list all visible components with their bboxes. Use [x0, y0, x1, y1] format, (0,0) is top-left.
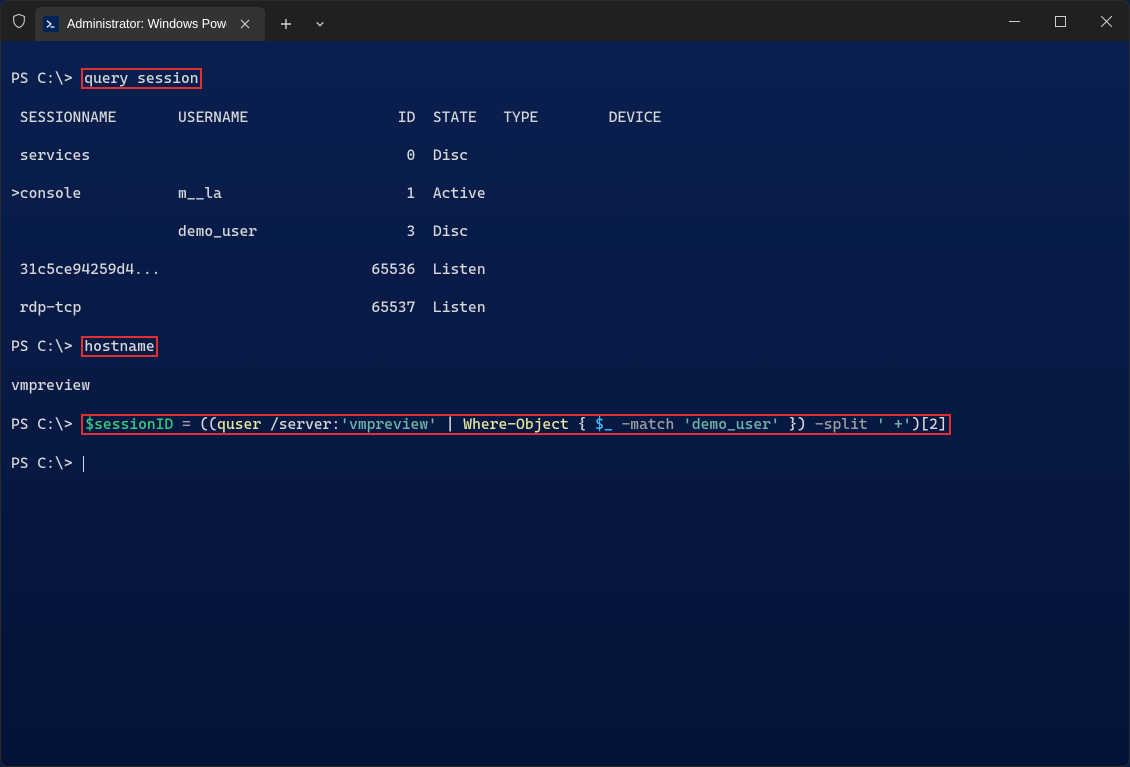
- terminal-line: vmpreview: [11, 376, 1119, 395]
- highlighted-command-1: query session: [81, 68, 201, 89]
- terminal-line: 31c5ce94259d4... 65536 Listen: [11, 260, 1119, 279]
- new-tab-button[interactable]: [269, 9, 303, 39]
- terminal-line: demo_user 3 Disc: [11, 222, 1119, 241]
- terminal-line: PS C:\> hostname: [11, 336, 1119, 357]
- tab-active[interactable]: Administrator: Windows Powe: [35, 7, 265, 41]
- prompt: PS C:\>: [11, 337, 73, 355]
- prompt: PS C:\>: [11, 454, 73, 472]
- window-controls: [991, 1, 1129, 41]
- tab-close-button[interactable]: [235, 14, 255, 34]
- title-bar: Administrator: Windows Powe: [1, 1, 1129, 41]
- highlighted-command-2: hostname: [81, 336, 157, 357]
- cursor: [83, 456, 84, 472]
- terminal-line: >console m__la 1 Active: [11, 184, 1119, 203]
- maximize-button[interactable]: [1037, 1, 1083, 41]
- close-button[interactable]: [1083, 1, 1129, 41]
- terminal-line: SESSIONNAME USERNAME ID STATE TYPE DEVIC…: [11, 108, 1119, 127]
- powershell-icon: [43, 16, 59, 32]
- terminal-line: PS C:\>: [11, 454, 1119, 473]
- shield-icon: [9, 11, 29, 31]
- terminal-line: services 0 Disc: [11, 146, 1119, 165]
- terminal-line: PS C:\> $sessionID = ((quser /server:'vm…: [11, 414, 1119, 435]
- tab-actions: [269, 3, 337, 39]
- prompt: PS C:\>: [11, 415, 73, 433]
- terminal-line: rdp-tcp 65537 Listen: [11, 298, 1119, 317]
- tab-title: Administrator: Windows Powe: [67, 17, 227, 31]
- title-bar-left: Administrator: Windows Powe: [1, 1, 337, 41]
- terminal-line: PS C:\> query session: [11, 68, 1119, 89]
- prompt: PS C:\>: [11, 69, 73, 87]
- highlighted-command-3: $sessionID = ((quser /server:'vmpreview'…: [81, 414, 950, 435]
- app-window: Administrator: Windows Powe: [0, 0, 1130, 767]
- minimize-button[interactable]: [991, 1, 1037, 41]
- tab-dropdown-button[interactable]: [303, 9, 337, 39]
- terminal-area[interactable]: PS C:\> query session SESSIONNAME USERNA…: [1, 41, 1129, 766]
